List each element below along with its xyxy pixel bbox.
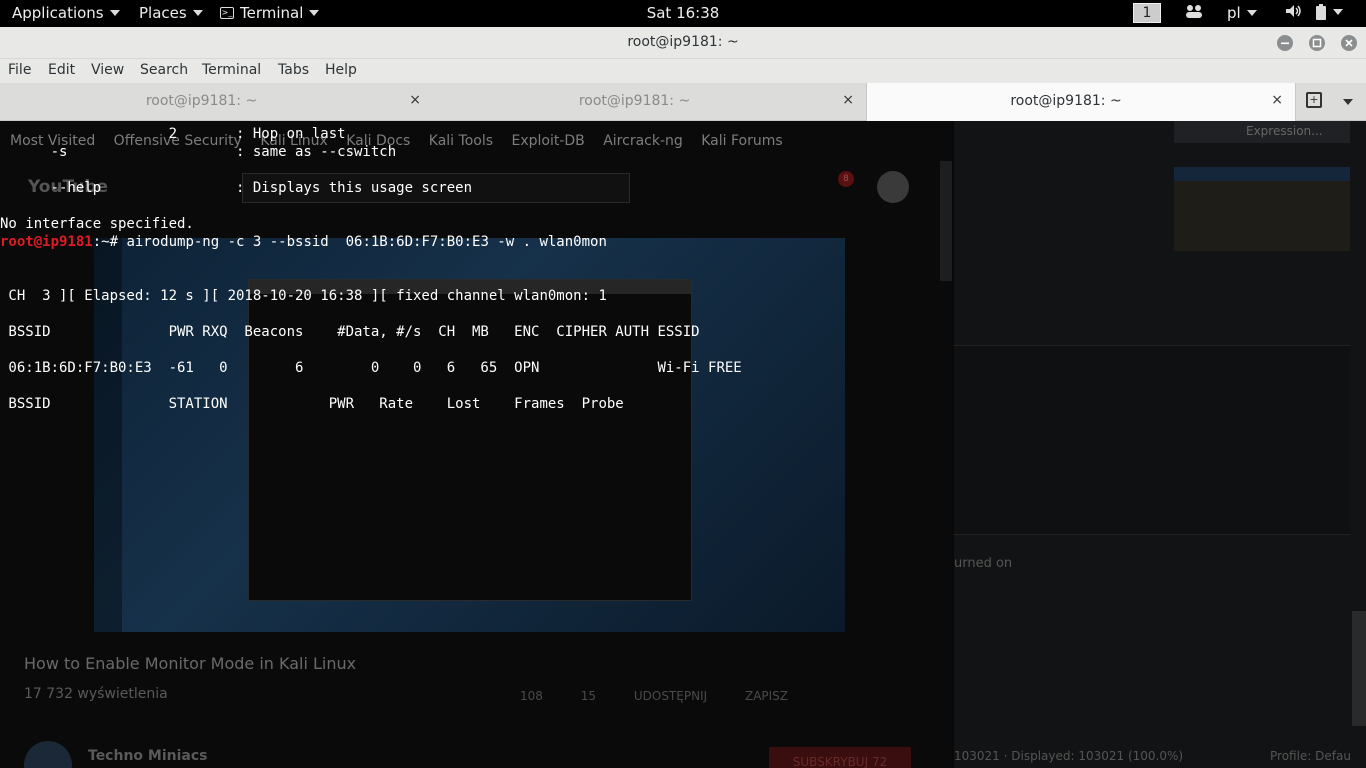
notification-badge: 8 [838, 171, 854, 187]
terminal-prompt-line: root@ip9181:~# airodump-ng -c 3 --bssid … [0, 233, 607, 251]
save-label: ZAPISZ [744, 689, 789, 703]
terminal-line: 2 : Hop on last [0, 126, 346, 142]
volume-icon[interactable] [1285, 4, 1303, 18]
menu-terminal[interactable]: Terminal [202, 62, 261, 78]
workspace-number: 1 [1142, 5, 1152, 21]
keyboard-layout-label: pl [1227, 4, 1241, 22]
dislike-count: 15 [580, 689, 597, 703]
menu-bar: File Edit View Search Terminal Tabs Help [0, 59, 1366, 83]
airodump-ap-row: 06:1B:6D:F7:B0:E3 -61 0 6 0 0 6 65 OPN W… [0, 360, 742, 376]
terminal-line: --help : Displays this usage screen [0, 180, 473, 196]
terminal-area[interactable]: Most Visited Offensive Security Kali Lin… [0, 121, 1366, 768]
airodump-station-header: BSSID STATION PWR Rate Lost Frames Probe [0, 396, 624, 412]
like-count: 108 [520, 689, 543, 703]
new-tab-icon[interactable]: + [1306, 92, 1322, 108]
background-wireshark-window: Expression... urned on 103021 · Displaye… [954, 121, 1366, 768]
bookmark-item: Kali Forums [701, 133, 783, 149]
background-scrollbar [1352, 611, 1366, 726]
bookmark-item: Aircrack-ng [603, 133, 683, 149]
bookmark-item: Exploit-DB [511, 133, 585, 149]
status-left: 103021 · Displayed: 103021 (100.0%) [954, 749, 1184, 763]
menu-file[interactable]: File [8, 62, 31, 78]
close-tab-icon[interactable]: × [842, 92, 854, 108]
bookmark-item: Kali Tools [428, 133, 494, 149]
status-right: Profile: Defau [1270, 749, 1351, 763]
menu-tabs[interactable]: Tabs [278, 62, 309, 78]
video-actions: 108 15 UDOSTĘPNIJ ZAPISZ [520, 689, 822, 703]
tab-label: root@ip9181: ~ [578, 93, 691, 109]
prompt-suffix: :~# [92, 234, 127, 250]
menu-view[interactable]: View [91, 62, 124, 78]
window-title: root@ip9181: ~ [627, 34, 739, 50]
airodump-ap-header: BSSID PWR RXQ Beacons #Data, #/s CH MB E… [0, 324, 700, 340]
people-icon[interactable] [1185, 4, 1203, 18]
video-title: How to Enable Monitor Mode in Kali Linux [24, 654, 357, 673]
airodump-status-line: CH 3 ][ Elapsed: 12 s ][ 2018-10-20 16:3… [0, 288, 607, 304]
battery-icon[interactable] [1315, 4, 1343, 20]
tab-list-chevron-icon[interactable] [1343, 99, 1353, 105]
expression-label: Expression... [1246, 124, 1323, 138]
close-icon [1345, 39, 1353, 47]
channel-name: Techno Miniacs [88, 748, 208, 764]
tab-label: root@ip9181: ~ [1010, 93, 1122, 109]
avatar [877, 171, 909, 203]
subscribe-label: SUBSKRYBUJ 72 [769, 747, 911, 768]
terminal-line: -s : same as --cswitch [0, 144, 397, 160]
chevron-down-icon [1333, 9, 1343, 15]
tab-label: root@ip9181: ~ [145, 93, 258, 109]
command-text: airodump-ng -c 3 --bssid 06:1B:6D:F7:B0:… [126, 234, 607, 250]
background-scrollbar [940, 161, 952, 281]
tab-1[interactable]: root@ip9181: ~ × [0, 83, 433, 121]
maximize-icon [1312, 38, 1322, 48]
channel-avatar [24, 741, 72, 768]
background-turned-text: urned on [954, 556, 1013, 571]
workspace-indicator[interactable]: 1 [1133, 3, 1161, 23]
top-panel: Applications Places >_ Terminal Sat 16:3… [0, 0, 1366, 27]
tab-2[interactable]: root@ip9181: ~ × [433, 83, 866, 121]
close-window-button[interactable] [1341, 35, 1357, 51]
clock[interactable]: Sat 16:38 [0, 4, 1366, 22]
video-views: 17 732 wyświetlenia [24, 686, 168, 702]
chevron-down-icon [1246, 10, 1257, 16]
share-label: UDOSTĘPNIJ [633, 689, 708, 703]
close-tab-icon[interactable]: × [1271, 92, 1283, 108]
close-tab-icon[interactable]: × [409, 92, 421, 108]
minimize-icon [1281, 42, 1289, 45]
tab-3-active[interactable]: root@ip9181: ~ × [866, 83, 1296, 121]
window-titlebar[interactable]: root@ip9181: ~ [0, 27, 1366, 59]
keyboard-layout-menu[interactable]: pl [1227, 4, 1257, 22]
minimize-button[interactable] [1277, 35, 1293, 51]
menu-edit[interactable]: Edit [48, 62, 75, 78]
maximize-button[interactable] [1309, 35, 1325, 51]
tab-bar: root@ip9181: ~ × root@ip9181: ~ × root@i… [0, 83, 1366, 121]
menu-search[interactable]: Search [140, 62, 188, 78]
clock-label: Sat 16:38 [646, 4, 720, 22]
menu-help[interactable]: Help [325, 62, 357, 78]
prompt-user: root@ip9181 [0, 234, 93, 250]
terminal-error-line: No interface specified. [0, 216, 194, 232]
